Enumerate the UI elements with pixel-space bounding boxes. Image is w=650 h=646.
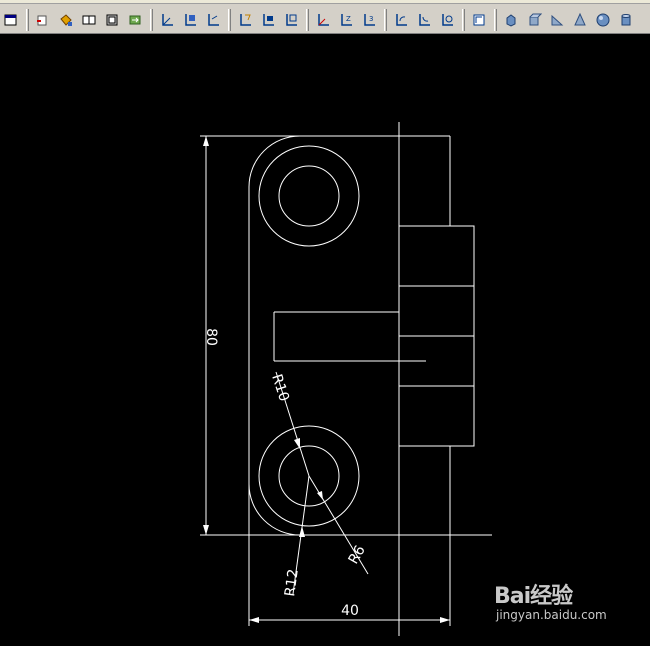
paint-bucket-icon[interactable]: [55, 9, 76, 31]
ucs-object-icon[interactable]: [257, 9, 278, 31]
solid-cone-icon[interactable]: [569, 9, 590, 31]
toolbar-grip[interactable]: [462, 9, 465, 31]
r10-label: R10: [268, 372, 292, 403]
r12-arrow: [299, 526, 305, 537]
toolbar-grip[interactable]: [306, 9, 309, 31]
top-hole-outer: [258, 145, 360, 247]
toolbar-grip[interactable]: [150, 9, 153, 31]
watermark: Bai经验 jingyan.baidu.com: [494, 578, 614, 628]
ucs-x-rotate-icon[interactable]: [390, 9, 411, 31]
ucs-face-icon[interactable]: [234, 9, 255, 31]
ucs-previous-icon[interactable]: [202, 9, 223, 31]
dim-80-label: 80: [203, 328, 219, 346]
svg-text:3: 3: [369, 15, 373, 23]
solid-sphere-icon[interactable]: [592, 9, 613, 31]
ucs-icon[interactable]: [156, 9, 177, 31]
svg-text:Z: Z: [346, 15, 351, 23]
ucs-3point-icon[interactable]: 3: [358, 9, 379, 31]
drawing-canvas[interactable]: 80 40 R10 R12 R6 Bai经验 jingyan.baidu.com: [0, 34, 650, 646]
insert-block-icon[interactable]: [32, 9, 53, 31]
r12-label: R12: [282, 568, 302, 598]
toolbar: Z 3: [0, 0, 650, 34]
ucs-view-icon[interactable]: [280, 9, 301, 31]
watermark-url: jingyan.baidu.com: [496, 608, 607, 622]
ucs-origin-icon[interactable]: [312, 9, 333, 31]
dim-80-arrow-bottom: [203, 525, 209, 535]
dim-80-arrow-top: [203, 136, 209, 146]
watermark-brand: Bai经验: [494, 584, 573, 609]
toolbar-grip[interactable]: [384, 9, 387, 31]
toolbar-grip[interactable]: [494, 9, 497, 31]
bottom-left-arc: [248, 483, 301, 536]
ucs-world-icon[interactable]: [179, 9, 200, 31]
toolbar-row: Z 3: [0, 7, 650, 33]
toolbar-grip[interactable]: [228, 9, 231, 31]
solid-wedge-icon[interactable]: [546, 9, 567, 31]
toolbar-grip[interactable]: [26, 9, 29, 31]
r6-arrow: [317, 491, 323, 500]
dim-40-arrow-left: [249, 617, 259, 623]
r10-arrow: [294, 438, 300, 449]
ucs-zaxis-icon[interactable]: Z: [335, 9, 356, 31]
solid-cube-icon[interactable]: [523, 9, 544, 31]
top-left-arc: [248, 135, 301, 188]
window-icon[interactable]: [0, 9, 21, 31]
dim-40-arrow-right: [440, 617, 450, 623]
copy-object-icon[interactable]: [78, 9, 99, 31]
r6-label: R6: [346, 543, 369, 567]
ucs-apply-icon[interactable]: [468, 9, 489, 31]
cad-drawing: 80 40 R10 R12 R6: [200, 122, 492, 636]
solid-box-icon[interactable]: [500, 9, 521, 31]
toolbar-top-strip: [0, 0, 650, 4]
box-frame-icon[interactable]: [101, 9, 122, 31]
ucs-z-rotate-icon[interactable]: [436, 9, 457, 31]
top-hole-inner: [278, 165, 340, 227]
ucs-y-rotate-icon[interactable]: [413, 9, 434, 31]
dim-40-label: 40: [341, 603, 359, 619]
refresh-view-icon[interactable]: [124, 9, 145, 31]
solid-cylinder-icon[interactable]: [615, 9, 636, 31]
